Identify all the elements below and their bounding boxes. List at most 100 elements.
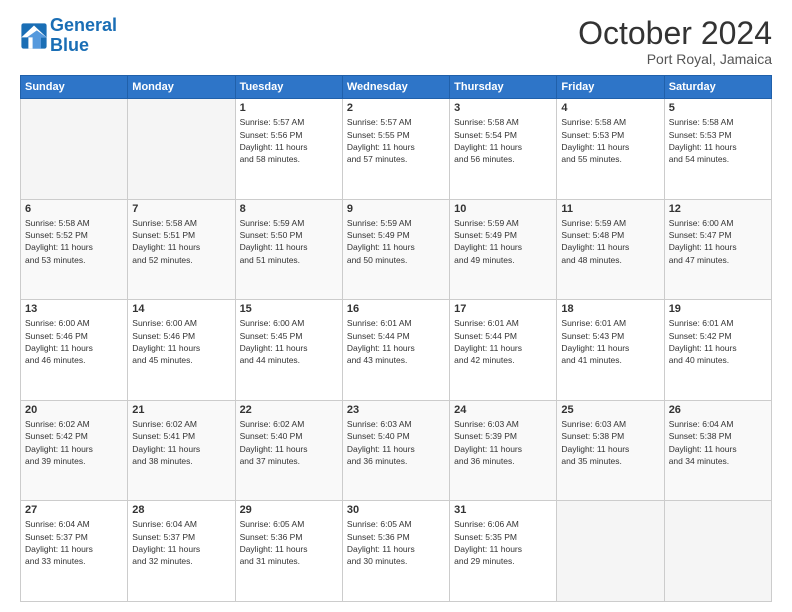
calendar-cell: 21 Sunrise: 6:02 AM Sunset: 5:41 PM Dayli…	[128, 400, 235, 501]
calendar-cell: 22Sunrise: 6:02 AM Sunset: 5:40 PM Dayli…	[235, 400, 342, 501]
calendar-cell: 11 Sunrise: 5:59 AM Sunset: 5:48 PM Dayli…	[557, 199, 664, 300]
page: General Blue October 2024 Port Royal, Ja…	[0, 0, 792, 612]
day-info: Sunrise: 5:58 AM Sunset: 5:53 PM Dayligh…	[669, 116, 767, 165]
day-number: 18	[561, 303, 659, 315]
calendar-col-header: Wednesday	[342, 76, 449, 99]
calendar-cell: 18 Sunrise: 6:01 AM Sunset: 5:43 PM Dayli…	[557, 300, 664, 401]
day-info: Sunrise: 5:59 AM Sunset: 5:50 PM Dayligh…	[240, 217, 338, 266]
day-info: Sunrise: 6:01 AM Sunset: 5:42 PM Dayligh…	[669, 317, 767, 366]
calendar-cell: 9Sunrise: 5:59 AM Sunset: 5:49 PM Daylig…	[342, 199, 449, 300]
calendar-cell: 15 Sunrise: 6:00 AM Sunset: 5:45 PM Dayli…	[235, 300, 342, 401]
day-number: 12	[669, 203, 767, 215]
calendar-cell: 24Sunrise: 6:03 AM Sunset: 5:39 PM Dayli…	[450, 400, 557, 501]
calendar-col-header: Friday	[557, 76, 664, 99]
day-info: Sunrise: 6:01 AM Sunset: 5:43 PM Dayligh…	[561, 317, 659, 366]
day-info: Sunrise: 6:02 AM Sunset: 5:42 PM Dayligh…	[25, 418, 123, 467]
day-number: 25	[561, 404, 659, 416]
calendar-cell: 8 Sunrise: 5:59 AM Sunset: 5:50 PM Daylig…	[235, 199, 342, 300]
day-number: 11	[561, 203, 659, 215]
calendar-cell: 6Sunrise: 5:58 AM Sunset: 5:52 PM Daylig…	[21, 199, 128, 300]
day-number: 28	[132, 504, 230, 516]
calendar-week-row: 20 Sunrise: 6:02 AM Sunset: 5:42 PM Dayli…	[21, 400, 772, 501]
location: Port Royal, Jamaica	[578, 51, 772, 67]
logo-text: General Blue	[50, 16, 117, 56]
calendar-cell: 12 Sunrise: 6:00 AM Sunset: 5:47 PM Dayli…	[664, 199, 771, 300]
day-number: 29	[240, 504, 338, 516]
day-info: Sunrise: 6:06 AM Sunset: 5:35 PM Dayligh…	[454, 518, 552, 567]
day-number: 15	[240, 303, 338, 315]
calendar-cell: 3Sunrise: 5:58 AM Sunset: 5:54 PM Daylig…	[450, 99, 557, 200]
day-number: 2	[347, 102, 445, 114]
day-info: Sunrise: 5:59 AM Sunset: 5:48 PM Dayligh…	[561, 217, 659, 266]
day-info: Sunrise: 6:03 AM Sunset: 5:38 PM Dayligh…	[561, 418, 659, 467]
day-info: Sunrise: 6:01 AM Sunset: 5:44 PM Dayligh…	[454, 317, 552, 366]
day-number: 22	[240, 404, 338, 416]
calendar-cell: 28 Sunrise: 6:04 AM Sunset: 5:37 PM Dayli…	[128, 501, 235, 602]
calendar-cell: 27 Sunrise: 6:04 AM Sunset: 5:37 PM Dayli…	[21, 501, 128, 602]
day-info: Sunrise: 6:00 AM Sunset: 5:45 PM Dayligh…	[240, 317, 338, 366]
day-number: 4	[561, 102, 659, 114]
day-number: 21	[132, 404, 230, 416]
day-info: Sunrise: 6:03 AM Sunset: 5:39 PM Dayligh…	[454, 418, 552, 467]
day-number: 5	[669, 102, 767, 114]
calendar-col-header: Monday	[128, 76, 235, 99]
day-number: 20	[25, 404, 123, 416]
calendar-cell: 2Sunrise: 5:57 AM Sunset: 5:55 PM Daylig…	[342, 99, 449, 200]
day-info: Sunrise: 6:04 AM Sunset: 5:37 PM Dayligh…	[25, 518, 123, 567]
day-number: 17	[454, 303, 552, 315]
day-number: 23	[347, 404, 445, 416]
calendar-table: SundayMondayTuesdayWednesdayThursdayFrid…	[20, 75, 772, 602]
day-number: 19	[669, 303, 767, 315]
calendar-cell: 4 Sunrise: 5:58 AM Sunset: 5:53 PM Daylig…	[557, 99, 664, 200]
day-info: Sunrise: 5:58 AM Sunset: 5:54 PM Dayligh…	[454, 116, 552, 165]
calendar-cell	[664, 501, 771, 602]
calendar-cell: 23 Sunrise: 6:03 AM Sunset: 5:40 PM Dayli…	[342, 400, 449, 501]
calendar-header-row: SundayMondayTuesdayWednesdayThursdayFrid…	[21, 76, 772, 99]
calendar-cell: 29 Sunrise: 6:05 AM Sunset: 5:36 PM Dayli…	[235, 501, 342, 602]
day-number: 30	[347, 504, 445, 516]
logo-line1: General	[50, 15, 117, 35]
calendar-cell: 26 Sunrise: 6:04 AM Sunset: 5:38 PM Dayli…	[664, 400, 771, 501]
month-title: October 2024	[578, 16, 772, 51]
day-info: Sunrise: 5:59 AM Sunset: 5:49 PM Dayligh…	[454, 217, 552, 266]
day-number: 6	[25, 203, 123, 215]
day-info: Sunrise: 5:59 AM Sunset: 5:49 PM Dayligh…	[347, 217, 445, 266]
day-info: Sunrise: 6:00 AM Sunset: 5:47 PM Dayligh…	[669, 217, 767, 266]
day-info: Sunrise: 6:02 AM Sunset: 5:41 PM Dayligh…	[132, 418, 230, 467]
day-info: Sunrise: 6:01 AM Sunset: 5:44 PM Dayligh…	[347, 317, 445, 366]
calendar-cell: 25 Sunrise: 6:03 AM Sunset: 5:38 PM Dayli…	[557, 400, 664, 501]
day-info: Sunrise: 6:04 AM Sunset: 5:38 PM Dayligh…	[669, 418, 767, 467]
calendar-cell: 16 Sunrise: 6:01 AM Sunset: 5:44 PM Dayli…	[342, 300, 449, 401]
day-number: 14	[132, 303, 230, 315]
day-number: 13	[25, 303, 123, 315]
calendar-cell	[557, 501, 664, 602]
calendar-cell: 1Sunrise: 5:57 AM Sunset: 5:56 PM Daylig…	[235, 99, 342, 200]
day-number: 16	[347, 303, 445, 315]
day-info: Sunrise: 6:00 AM Sunset: 5:46 PM Dayligh…	[25, 317, 123, 366]
day-info: Sunrise: 5:58 AM Sunset: 5:51 PM Dayligh…	[132, 217, 230, 266]
day-number: 26	[669, 404, 767, 416]
calendar-cell: 17 Sunrise: 6:01 AM Sunset: 5:44 PM Dayli…	[450, 300, 557, 401]
calendar-cell: 30Sunrise: 6:05 AM Sunset: 5:36 PM Dayli…	[342, 501, 449, 602]
calendar-week-row: 27 Sunrise: 6:04 AM Sunset: 5:37 PM Dayli…	[21, 501, 772, 602]
day-info: Sunrise: 6:00 AM Sunset: 5:46 PM Dayligh…	[132, 317, 230, 366]
calendar-col-header: Thursday	[450, 76, 557, 99]
calendar-week-row: 6Sunrise: 5:58 AM Sunset: 5:52 PM Daylig…	[21, 199, 772, 300]
calendar-cell	[128, 99, 235, 200]
calendar-col-header: Tuesday	[235, 76, 342, 99]
day-info: Sunrise: 6:05 AM Sunset: 5:36 PM Dayligh…	[240, 518, 338, 567]
day-info: Sunrise: 5:57 AM Sunset: 5:56 PM Dayligh…	[240, 116, 338, 165]
calendar-col-header: Sunday	[21, 76, 128, 99]
day-info: Sunrise: 5:58 AM Sunset: 5:53 PM Dayligh…	[561, 116, 659, 165]
day-number: 27	[25, 504, 123, 516]
day-number: 7	[132, 203, 230, 215]
logo-icon	[20, 22, 48, 50]
logo: General Blue	[20, 16, 117, 56]
calendar-cell: 31 Sunrise: 6:06 AM Sunset: 5:35 PM Dayli…	[450, 501, 557, 602]
day-number: 8	[240, 203, 338, 215]
day-number: 31	[454, 504, 552, 516]
calendar-cell: 19 Sunrise: 6:01 AM Sunset: 5:42 PM Dayli…	[664, 300, 771, 401]
day-info: Sunrise: 6:04 AM Sunset: 5:37 PM Dayligh…	[132, 518, 230, 567]
day-info: Sunrise: 6:03 AM Sunset: 5:40 PM Dayligh…	[347, 418, 445, 467]
calendar-week-row: 13 Sunrise: 6:00 AM Sunset: 5:46 PM Dayli…	[21, 300, 772, 401]
